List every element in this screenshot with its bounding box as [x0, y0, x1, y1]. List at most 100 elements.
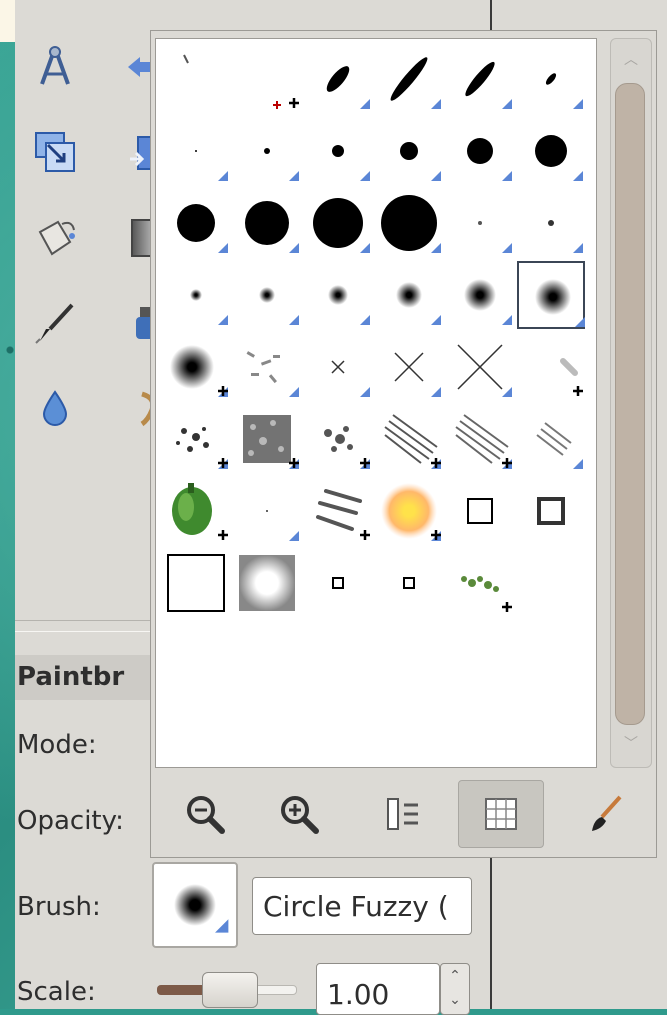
edit-brush-button[interactable]: [560, 780, 646, 848]
brush-circle-07[interactable]: [375, 117, 443, 185]
brush-vine[interactable]: [446, 549, 514, 617]
brush-thumbnail-icon: [243, 415, 299, 469]
list-view-button[interactable]: [360, 780, 446, 848]
brush-circle-15[interactable]: [233, 189, 301, 257]
brush-thumbnail-icon: [465, 61, 512, 109]
brush-thumbnail-icon: [183, 54, 189, 64]
grid-view-button[interactable]: [458, 780, 544, 848]
brush-thumbnail-icon: [403, 577, 415, 589]
brush-sparks[interactable]: [375, 477, 443, 545]
brush-square-medium[interactable]: [517, 477, 585, 545]
brush-thumbnail-icon: [332, 577, 344, 589]
scale-slider-handle[interactable]: [202, 972, 258, 1008]
brush-circle-fuzzy-03[interactable]: [517, 189, 585, 257]
brush-name-field[interactable]: Circle Fuzzy (: [252, 877, 472, 935]
brush-galaxy-big[interactable]: [233, 405, 301, 473]
brush-thumbnail-icon: [313, 198, 370, 253]
brush-hatch-medium[interactable]: [446, 405, 514, 473]
brush-circle-17[interactable]: [304, 189, 372, 257]
brush-thumbnail-icon: [535, 279, 585, 327]
brush-thumbnail-icon: [316, 489, 370, 540]
brush-calligraphy-3[interactable]: [446, 45, 514, 113]
brush-galaxy-small[interactable]: [162, 405, 230, 473]
brush-circle-13[interactable]: [162, 189, 230, 257]
brush-pencil-sketch[interactable]: [233, 45, 301, 113]
brush-circle-fuzzy-09[interactable]: [304, 261, 372, 329]
zoom-in-button[interactable]: [256, 780, 342, 848]
brush-thumbnail-icon: [535, 135, 583, 181]
brush-thumbnail-icon: [381, 483, 441, 541]
scale-spin-button[interactable]: ⌃ ⌄: [440, 963, 470, 1015]
brush-thumbnail-icon: [461, 576, 512, 612]
brush-cross-small[interactable]: [304, 333, 372, 401]
brush-thumbnail-icon: [545, 73, 583, 109]
mode-label: Mode:: [17, 730, 97, 760]
brush-thumbnail-icon: [400, 142, 441, 181]
scale-input[interactable]: 1.00: [316, 963, 440, 1015]
brush-thumbnail-icon: [167, 554, 225, 612]
brush-square-tiny[interactable]: [304, 549, 372, 617]
brush-circle-03[interactable]: [233, 117, 301, 185]
brush-thumbnail-icon: [560, 358, 583, 396]
brush-preview-button[interactable]: [152, 862, 238, 948]
brush-circle-fuzzy-19[interactable]: [162, 333, 230, 401]
brush-circle-fuzzy-05[interactable]: [162, 261, 230, 329]
brush-calligraphy-2[interactable]: [375, 45, 443, 113]
brush-thumbnail-icon: [266, 510, 299, 541]
brush-circle-05[interactable]: [304, 117, 372, 185]
brush-thumbnail-icon: [190, 289, 228, 325]
brush-thumbnail-icon: [455, 414, 512, 469]
brush-confetti[interactable]: [233, 333, 301, 401]
brush-square-tiny-hard[interactable]: [375, 549, 443, 617]
brush-square-fuzzy[interactable]: [233, 549, 301, 617]
circle-fuzzy-preview-icon: [174, 884, 229, 933]
brush-cross-medium[interactable]: [375, 333, 443, 401]
brush-hatch[interactable]: [517, 405, 585, 473]
brush-diagonal-star[interactable]: [517, 333, 585, 401]
brush-sponge[interactable]: [304, 477, 372, 545]
brush-circle-fuzzy[interactable]: [517, 261, 585, 329]
scale-icon[interactable]: [28, 125, 82, 179]
scroll-up-arrow-icon[interactable]: ︿: [616, 46, 646, 72]
brush-thumbnail-icon: [245, 201, 299, 253]
edit-brush-icon: [592, 795, 622, 831]
list-view-icon: [387, 798, 418, 830]
brush-square-small[interactable]: [446, 477, 514, 545]
brush-galaxy[interactable]: [304, 405, 372, 473]
compass-icon[interactable]: [28, 40, 82, 94]
brush-thumbnail-icon: [537, 497, 565, 525]
brush-thumbnail-icon: [381, 195, 441, 253]
brush-circle-fuzzy-01[interactable]: [446, 189, 514, 257]
brush-thumbnail-icon: [264, 148, 299, 181]
brush-thumbnail-icon: [536, 422, 583, 469]
brush-point[interactable]: [233, 477, 301, 545]
brush-circle-fuzzy-13[interactable]: [446, 261, 514, 329]
brush-circle-09[interactable]: [446, 117, 514, 185]
bucket-fill-icon[interactable]: [28, 210, 82, 264]
brush-label: Brush:: [17, 892, 101, 922]
scroll-down-arrow-icon[interactable]: ﹀: [616, 730, 646, 756]
brush-thumbnail-icon: [239, 555, 295, 611]
brush-thumbnail-icon: [478, 221, 512, 253]
brush-cross-large[interactable]: [446, 333, 514, 401]
zoom-out-icon: [187, 796, 225, 834]
brush-thumbnail-icon: [273, 98, 299, 109]
brush-thumbnail-icon: [467, 138, 512, 181]
opacity-label: Opacity:: [17, 806, 124, 836]
brush-circle-fuzzy-07[interactable]: [233, 261, 301, 329]
brush-hatch-prickle[interactable]: [375, 405, 443, 473]
brush-pencil-scratch[interactable]: [162, 45, 230, 113]
zoom-out-button[interactable]: [162, 780, 248, 848]
brush-calligraphy-4[interactable]: [517, 45, 585, 113]
brush-pepper[interactable]: [162, 477, 230, 545]
paintbrush-icon[interactable]: [28, 295, 82, 349]
brush-circle-01[interactable]: [162, 117, 230, 185]
brush-scrollbar-thumb[interactable]: [615, 83, 645, 725]
brush-square-large[interactable]: [162, 549, 230, 617]
brush-circle-fuzzy-11[interactable]: [375, 261, 443, 329]
brush-calligraphy-1[interactable]: [304, 45, 372, 113]
brush-circle-19[interactable]: [375, 189, 443, 257]
blur-icon[interactable]: [28, 380, 82, 434]
brush-circle-11[interactable]: [517, 117, 585, 185]
brush-thumbnail-icon: [326, 66, 370, 109]
